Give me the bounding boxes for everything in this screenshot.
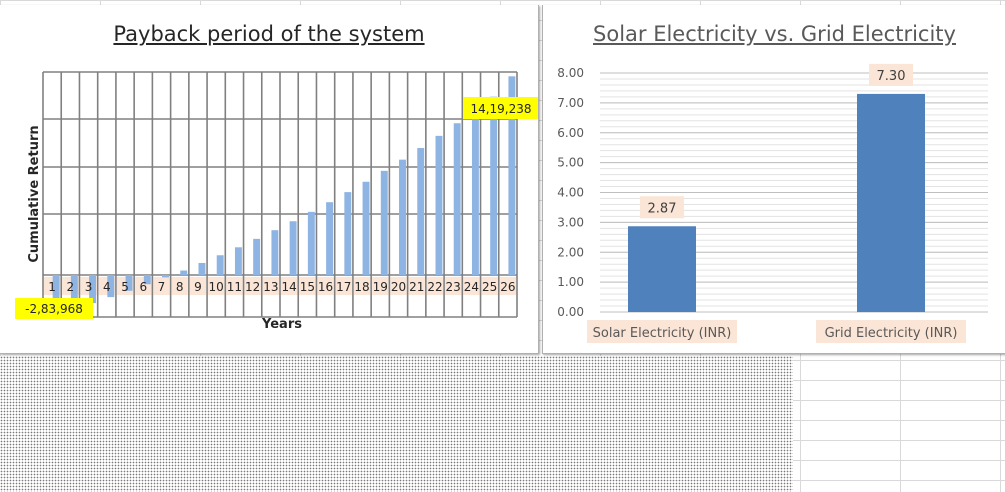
- payback-bar: [399, 159, 406, 275]
- payback-bar: [453, 123, 461, 276]
- y-tick-label: 4.00: [557, 186, 584, 200]
- x-tick-label: 22: [427, 280, 442, 294]
- y-tick-label: 8.00: [557, 66, 584, 80]
- x-tick-label: 24: [464, 280, 479, 294]
- value-label: 2.87: [648, 201, 677, 216]
- x-tick-label: 25: [482, 280, 497, 294]
- y-tick-label: 1.00: [557, 275, 584, 289]
- x-tick-label: 3: [85, 280, 93, 294]
- x-tick-label: Grid Electricity (INR): [825, 326, 958, 341]
- dotted-fill-region: [0, 356, 793, 492]
- payback-bar: [417, 148, 425, 275]
- payback-bar: [180, 270, 188, 275]
- payback-bar: [271, 230, 279, 275]
- x-tick-label: 1: [48, 280, 56, 294]
- comparison-bar: [628, 226, 696, 312]
- x-tick-label: 15: [300, 280, 315, 294]
- payback-bar: [362, 181, 370, 275]
- payback-bar: [253, 238, 261, 275]
- x-tick-label: 17: [336, 280, 351, 294]
- y-tick-label: 2.00: [557, 245, 584, 259]
- payback-bar: [471, 110, 479, 275]
- x-tick-label: 6: [139, 280, 147, 294]
- x-tick-label: 11: [227, 280, 242, 294]
- payback-bar: [289, 221, 297, 275]
- payback-chart-panel[interactable]: Payback period of the system 1 2 3 4 5 6 7 8 9 10…: [0, 5, 539, 354]
- x-tick-label: 13: [263, 280, 278, 294]
- x-tick-label: 20: [391, 280, 406, 294]
- x-tick-label: Solar Electricity (INR): [593, 326, 732, 341]
- x-axis-title: Years: [261, 317, 302, 332]
- payback-bar: [326, 202, 334, 275]
- x-tick-label: 2: [67, 280, 75, 294]
- y-tick-label: 0.00: [557, 305, 584, 319]
- payback-bar: [344, 192, 352, 275]
- x-tick-label: 21: [409, 280, 424, 294]
- x-tick-label: 12: [245, 280, 260, 294]
- comparison-bar: [857, 93, 925, 312]
- x-tick-label: 16: [318, 280, 333, 294]
- payback-bar: [380, 170, 388, 275]
- payback-bar: [198, 262, 206, 275]
- payback-bar: [307, 211, 315, 275]
- y-tick-label: 3.00: [557, 215, 584, 229]
- x-tick-label: 10: [209, 280, 224, 294]
- x-tick-label: 23: [446, 280, 461, 294]
- comparison-chart-panel[interactable]: Solar Electricity vs. Grid Electricity 0…: [542, 5, 1005, 354]
- payback-bar: [162, 275, 169, 278]
- x-tick-label: 14: [281, 280, 296, 294]
- y-tick-label: 7.00: [557, 96, 584, 110]
- x-tick-label: 26: [500, 280, 515, 294]
- payback-bar: [490, 96, 498, 275]
- payback-bar: [435, 135, 443, 275]
- comparison-chart-svg: 0.00 1.00 2.00 3.00 4.00 5.00 6.00 7.00 8.00 2.87…: [557, 63, 988, 343]
- x-tick-label: 7: [158, 280, 166, 294]
- payback-bar: [216, 255, 224, 275]
- payback-bar: [234, 247, 242, 275]
- x-tick-label: 5: [121, 280, 129, 294]
- y-axis-title: Cumulative Return: [27, 125, 42, 262]
- data-label-first: -2,83,968: [25, 302, 83, 316]
- data-label-last: 14,19,238: [470, 102, 531, 116]
- x-tick-label: 8: [176, 280, 184, 294]
- payback-chart-svg: 1 2 3 4 5 6 7 8 9 10 11 12 13 14 15 16 17 18 19 20 21 22 23 24 2…: [15, 71, 538, 332]
- x-tick-label: 18: [354, 280, 369, 294]
- x-tick-label: 9: [194, 280, 202, 294]
- x-tick-label: 4: [103, 280, 111, 294]
- y-tick-label: 6.00: [557, 126, 584, 140]
- x-tick-label: 19: [373, 280, 388, 294]
- value-label: 7.30: [877, 69, 906, 84]
- y-tick-label: 5.00: [557, 156, 584, 170]
